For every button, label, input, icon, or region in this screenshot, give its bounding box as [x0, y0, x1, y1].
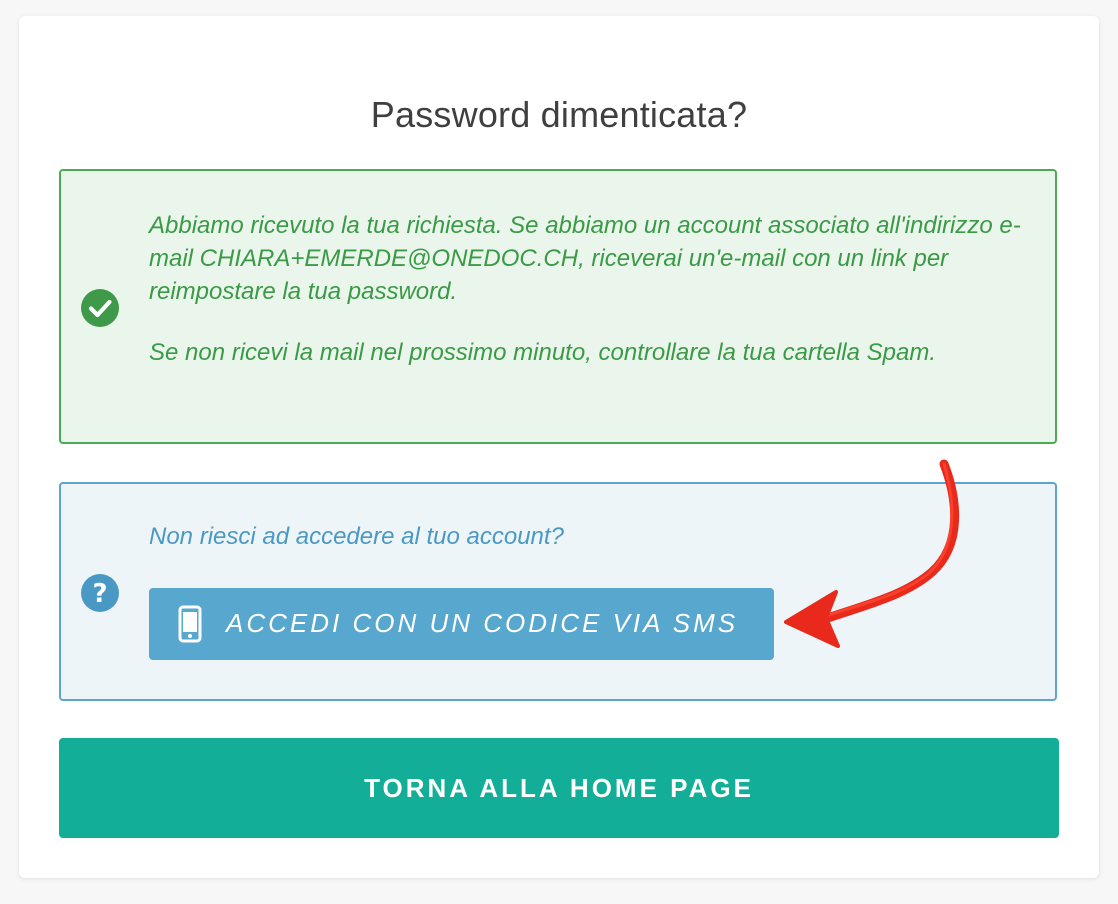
question-circle-icon: ?	[81, 574, 119, 612]
back-to-home-button[interactable]: TORNA ALLA HOME PAGE	[59, 738, 1059, 838]
success-message-paragraph: Abbiamo ricevuto la tua richiesta. Se ab…	[149, 212, 1021, 305]
forgot-password-card: Password dimenticata? Abbiamo ricevuto l…	[19, 16, 1099, 878]
spam-hint-paragraph: Se non ricevi la mail nel prossimo minut…	[149, 339, 937, 366]
sms-login-button-label: ACCEDI CON UN CODICE VIA SMS	[226, 608, 739, 638]
success-alert: Abbiamo ricevuto la tua richiesta. Se ab…	[59, 169, 1057, 444]
account-access-question: Non riesci ad accedere al tuo account?	[149, 523, 564, 550]
mobile-phone-icon	[177, 605, 203, 643]
page-title: Password dimenticata?	[370, 94, 748, 135]
success-message: Abbiamo ricevuto la tua richiesta. Se ab…	[149, 209, 1027, 369]
check-circle-icon	[81, 289, 119, 327]
sms-login-button[interactable]: ACCEDI CON UN CODICE VIA SMS	[149, 588, 774, 660]
account-access-alert: ? Non riesci ad accedere al tuo account?…	[59, 482, 1057, 701]
svg-text:?: ?	[92, 579, 107, 609]
